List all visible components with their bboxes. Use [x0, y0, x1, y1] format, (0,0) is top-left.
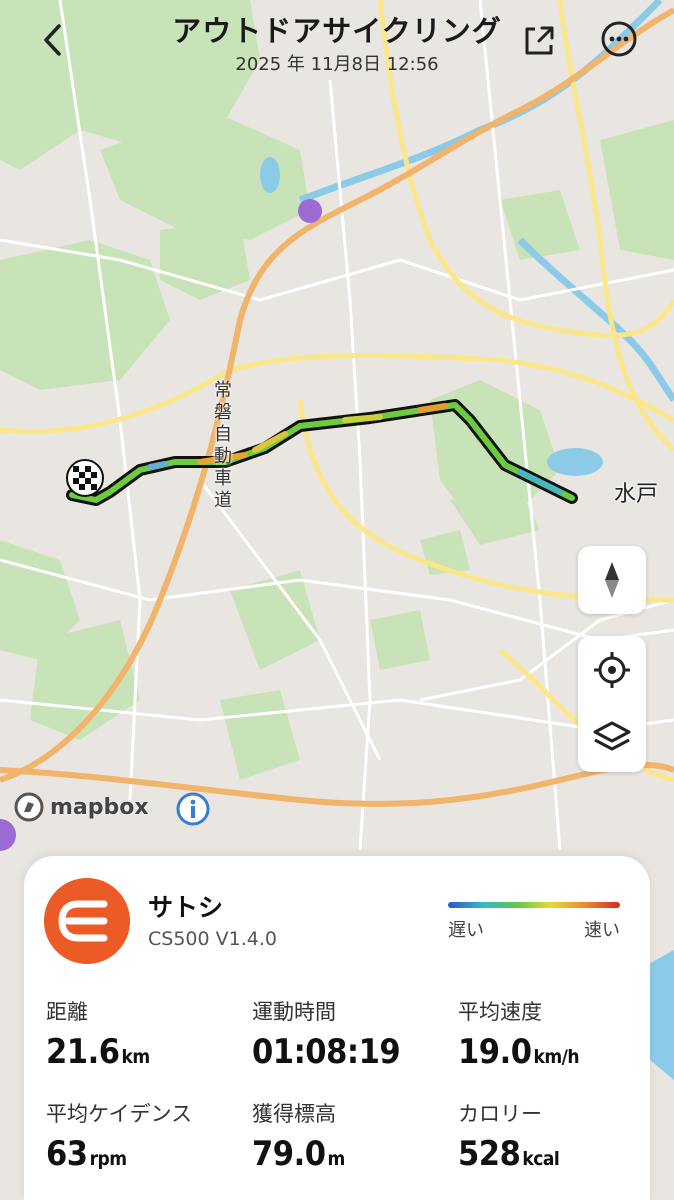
mapbox-icon: [14, 792, 44, 822]
legend-fast: 速い: [584, 920, 620, 941]
more-icon: [601, 21, 637, 57]
info-icon[interactable]: [176, 792, 210, 826]
user-name: サトシ: [148, 893, 224, 922]
highway-label: 常磐自動車道: [214, 380, 232, 511]
stat-distance: 距離 21.6 km: [46, 996, 246, 1072]
stat-avg-speed: 平均速度 19.0 km/h: [458, 996, 658, 1072]
stat-value: 01:08:19: [252, 1032, 401, 1072]
stat-calories: カロリー 528 kcal: [458, 1098, 658, 1174]
mapbox-logo: mapbox: [14, 792, 149, 822]
legend-slow: 遅い: [448, 920, 484, 941]
layers-icon: [593, 721, 631, 751]
stat-value: 19.0: [458, 1032, 532, 1072]
activity-summary-card: サトシ CS500 V1.4.0 遅い 速い 距離 21.6 km 運動時間 01…: [24, 856, 650, 1200]
stat-elevation-gain: 獲得標高 79.0 m: [252, 1098, 452, 1174]
finish-flag-icon: [66, 459, 104, 497]
share-button[interactable]: [516, 18, 562, 64]
stat-avg-cadence: 平均ケイデンス 63 rpm: [46, 1098, 246, 1174]
stat-label: 平均速度: [458, 1000, 542, 1024]
compass-icon: [605, 562, 619, 598]
header: アウトドアサイクリング 2025 年 11月8日 12:56: [0, 0, 674, 90]
map-tools: [578, 636, 646, 772]
stat-label: カロリー: [458, 1102, 542, 1126]
compass-button[interactable]: [578, 546, 646, 614]
locate-button[interactable]: [578, 636, 646, 704]
locate-icon: [594, 652, 630, 688]
stat-label: 距離: [46, 1000, 88, 1024]
mapbox-text: mapbox: [50, 794, 149, 820]
stat-label: 平均ケイデンス: [46, 1102, 193, 1126]
stat-value: 79.0: [252, 1134, 326, 1174]
stat-unit: km: [121, 1046, 150, 1068]
speed-legend: 遅い 速い: [448, 902, 620, 942]
activity-datetime: 2025 年 11月8日 12:56: [235, 54, 439, 75]
share-icon: [525, 26, 554, 55]
more-button[interactable]: [596, 16, 642, 62]
stat-value: 528: [458, 1134, 521, 1174]
speed-gradient-bar: [448, 902, 620, 908]
layers-button[interactable]: [578, 704, 646, 772]
stat-label: 運動時間: [252, 1000, 336, 1024]
device-version: CS500 V1.4.0: [148, 928, 277, 950]
stat-value: 63: [46, 1134, 88, 1174]
city-label: 水戸: [614, 482, 659, 507]
stat-duration: 運動時間 01:08:19: [252, 996, 452, 1072]
stat-unit: kcal: [522, 1148, 560, 1170]
park-poi-icon: [298, 199, 322, 223]
stat-unit: m: [327, 1148, 345, 1170]
stat-label: 獲得標高: [252, 1102, 336, 1126]
stat-unit: rpm: [89, 1148, 127, 1170]
page-title: アウトドアサイクリング: [172, 14, 502, 48]
stat-value: 21.6: [46, 1032, 120, 1072]
device-logo-icon: [44, 878, 130, 964]
stat-unit: km/h: [533, 1046, 580, 1068]
compass-control: [578, 546, 646, 614]
